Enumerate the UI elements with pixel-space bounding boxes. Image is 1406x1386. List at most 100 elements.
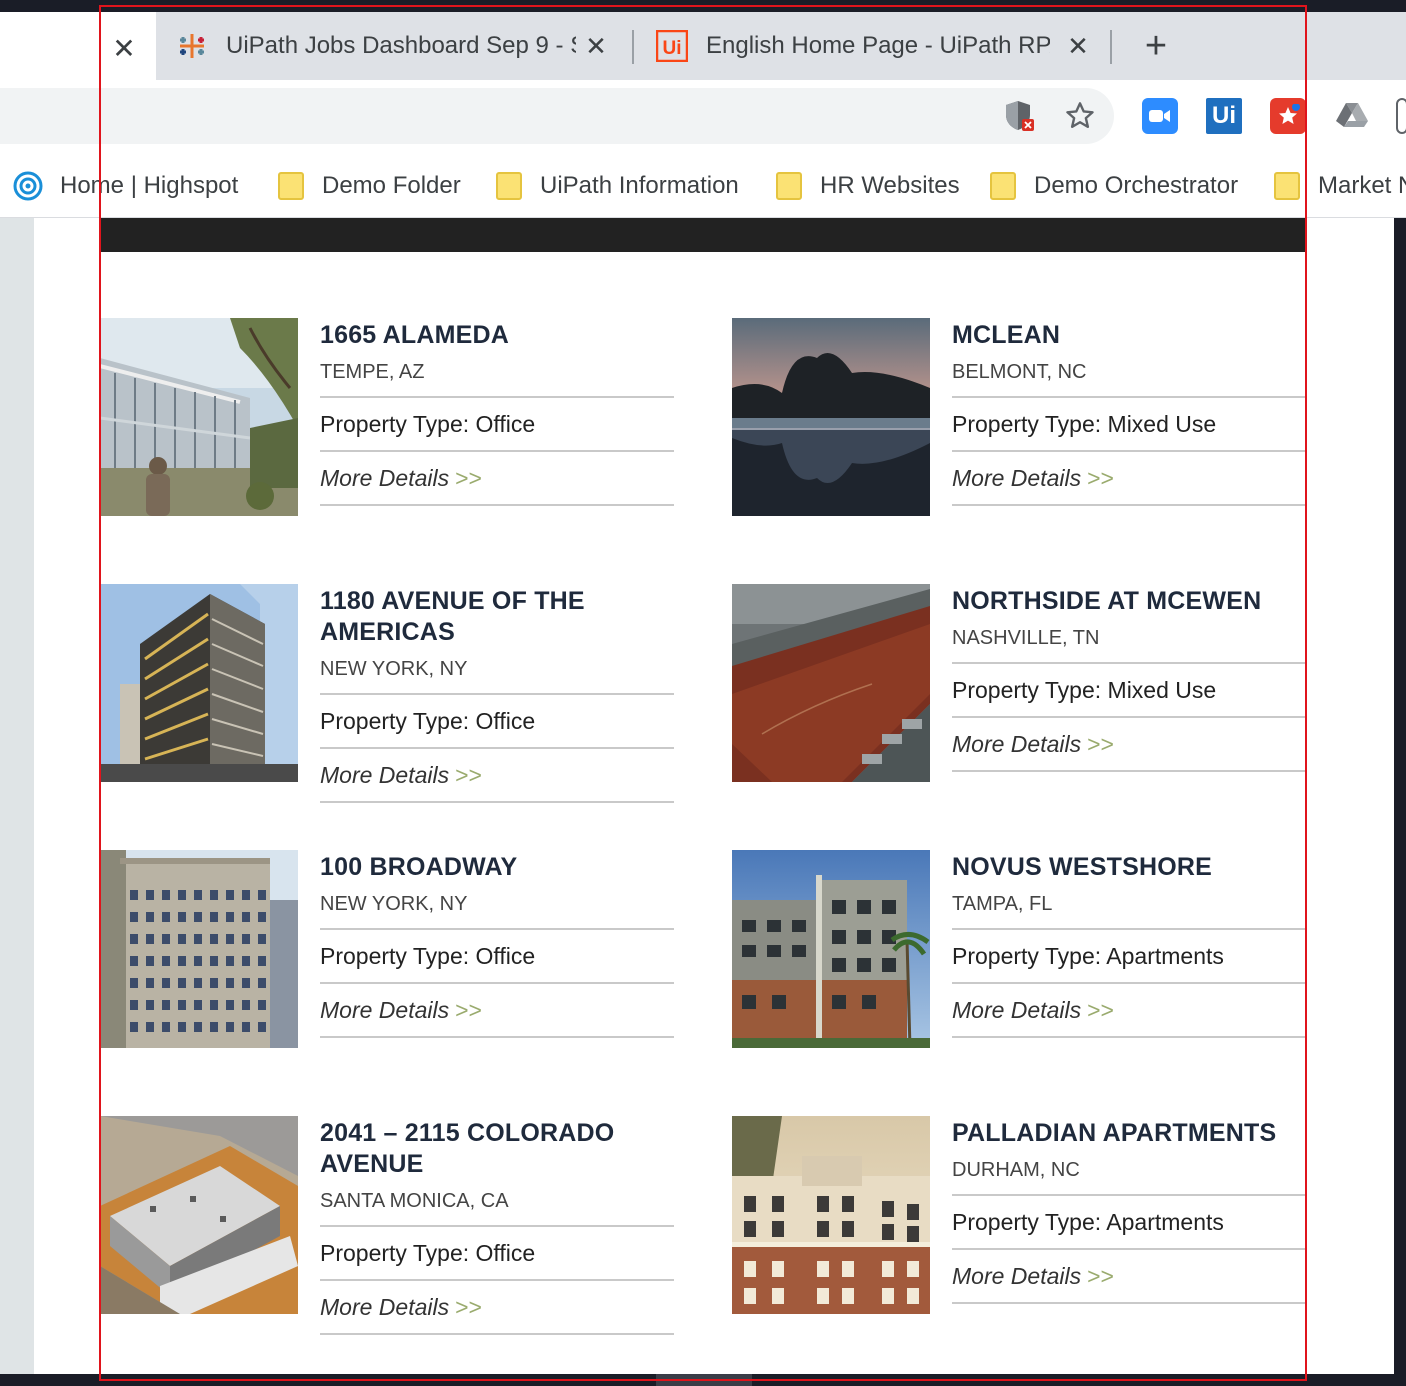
bookmark-label: Demo Orchestrator xyxy=(1034,172,1239,199)
property-name[interactable]: NORTHSIDE AT MCEWEN xyxy=(952,584,1306,617)
property-name[interactable]: 1180 AVENUE OF THE AMERICAS xyxy=(320,584,674,648)
window-edge xyxy=(1394,218,1406,1374)
more-details-link[interactable]: More Details >> xyxy=(952,452,1306,506)
property-location: BELMONT, NC xyxy=(952,361,1306,398)
uipath-icon: Ui xyxy=(656,30,688,62)
more-details-link[interactable]: More Details >> xyxy=(320,984,674,1038)
more-details-arrows: >> xyxy=(1087,1263,1114,1289)
property-location: SANTA MONICA, CA xyxy=(320,1190,674,1227)
more-details-label: More Details xyxy=(320,1294,450,1320)
more-details-arrows: >> xyxy=(455,465,482,491)
more-details-link[interactable]: More Details >> xyxy=(320,749,674,803)
bookmarks-bar: Home | Highspot Demo Folder UiPath Infor… xyxy=(0,154,1406,218)
property-name[interactable]: 100 BROADWAY xyxy=(320,850,674,883)
bookmark-uipath-information[interactable]: UiPath Information xyxy=(496,154,739,218)
tab-uipath-home[interactable]: Ui English Home Page - UiPath RPA ✕ xyxy=(656,12,1112,80)
close-tab-icon[interactable]: ✕ xyxy=(1062,30,1094,62)
close-tab-icon[interactable]: ✕ xyxy=(580,30,612,62)
property-location: TEMPE, AZ xyxy=(320,361,674,398)
address-bar[interactable] xyxy=(0,88,1114,144)
zoom-icon[interactable] xyxy=(1142,98,1178,134)
bookmark-hr-websites[interactable]: HR Websites xyxy=(776,154,960,218)
property-type: Property Type: Mixed Use xyxy=(952,664,1306,718)
bookmark-label: HR Websites xyxy=(820,172,960,199)
property-name[interactable]: 1665 ALAMEDA xyxy=(320,318,674,351)
more-details-arrows: >> xyxy=(1087,731,1114,757)
more-details-label: More Details xyxy=(952,465,1082,491)
property-type: Property Type: Office xyxy=(320,930,674,984)
property-name[interactable]: NOVUS WESTSHORE xyxy=(952,850,1306,883)
property-location: NEW YORK, NY xyxy=(320,658,674,695)
bookmark-label: Demo Folder xyxy=(322,172,461,199)
more-details-link[interactable]: More Details >> xyxy=(952,718,1306,772)
property-photo[interactable] xyxy=(732,850,930,1048)
toolbar: Ui xyxy=(0,80,1406,154)
tab-title: English Home Page - UiPath RPA xyxy=(706,32,1050,59)
close-icon[interactable]: ✕ xyxy=(108,32,140,64)
more-details-label: More Details xyxy=(952,1263,1082,1289)
property-location: TAMPA, FL xyxy=(952,893,1306,930)
tab-separator xyxy=(632,30,634,64)
more-details-link[interactable]: More Details >> xyxy=(952,1250,1306,1304)
property-card: PALLADIAN APARTMENTS DURHAM, NC Property… xyxy=(732,1116,1306,1336)
tab-title: UiPath Jobs Dashboard Sep 9 - Sc xyxy=(226,32,576,59)
property-photo[interactable] xyxy=(100,850,298,1048)
property-card: 1665 ALAMEDA TEMPE, AZ Property Type: Of… xyxy=(100,318,674,538)
bookmark-demo-orchestrator[interactable]: Demo Orchestrator xyxy=(990,154,1238,218)
property-name[interactable]: 2041 – 2115 COLORADO AVENUE xyxy=(320,1116,674,1180)
bookmark-star-ext-icon[interactable] xyxy=(1270,98,1306,134)
property-photo[interactable] xyxy=(732,584,930,782)
shield-blocked-icon[interactable] xyxy=(1002,98,1038,134)
scrollbar-thumb[interactable] xyxy=(656,1374,752,1386)
property-type: Property Type: Apartments xyxy=(952,1196,1306,1250)
folder-icon xyxy=(278,172,304,200)
property-location: NEW YORK, NY xyxy=(320,893,674,930)
property-photo[interactable] xyxy=(100,584,298,782)
more-details-label: More Details xyxy=(320,997,450,1023)
property-type: Property Type: Apartments xyxy=(952,930,1306,984)
property-card: MCLEAN BELMONT, NC Property Type: Mixed … xyxy=(732,318,1306,538)
folder-icon xyxy=(1274,172,1300,200)
property-location: NASHVILLE, TN xyxy=(952,627,1306,664)
more-details-link[interactable]: More Details >> xyxy=(952,984,1306,1038)
bookmark-highspot[interactable]: Home | Highspot xyxy=(12,154,238,218)
bookmark-demo-folder[interactable]: Demo Folder xyxy=(278,154,461,218)
more-details-arrows: >> xyxy=(455,997,482,1023)
more-details-label: More Details xyxy=(952,997,1082,1023)
site-dark-banner xyxy=(100,218,1306,252)
more-details-label: More Details xyxy=(320,762,450,788)
more-details-arrows: >> xyxy=(455,762,482,788)
property-photo[interactable] xyxy=(100,318,298,516)
bookmark-star-icon[interactable] xyxy=(1062,98,1098,134)
bookmark-label: Market N xyxy=(1318,172,1406,199)
extension-partial-icon[interactable] xyxy=(1396,98,1406,134)
uipath-ext-icon[interactable]: Ui xyxy=(1206,98,1242,134)
more-details-link[interactable]: More Details >> xyxy=(320,452,674,506)
property-type: Property Type: Office xyxy=(320,1227,674,1281)
property-name[interactable]: PALLADIAN APARTMENTS xyxy=(952,1116,1306,1149)
more-details-arrows: >> xyxy=(455,1294,482,1320)
tableau-icon xyxy=(176,30,208,62)
property-photo[interactable] xyxy=(100,1116,298,1314)
property-type: Property Type: Mixed Use xyxy=(952,398,1306,452)
tab-separator xyxy=(1110,30,1112,64)
more-details-link[interactable]: More Details >> xyxy=(320,1281,674,1335)
folder-icon xyxy=(776,172,802,200)
more-details-label: More Details xyxy=(952,731,1082,757)
more-details-label: More Details xyxy=(320,465,450,491)
tab-jobs-dashboard[interactable]: UiPath Jobs Dashboard Sep 9 - Sc ✕ xyxy=(176,12,636,80)
bookmark-market[interactable]: Market N xyxy=(1274,154,1406,218)
drive-icon[interactable] xyxy=(1334,98,1370,134)
folder-icon xyxy=(990,172,1016,200)
property-name[interactable]: MCLEAN xyxy=(952,318,1306,351)
folder-icon xyxy=(496,172,522,200)
highspot-icon xyxy=(12,170,44,202)
property-location: DURHAM, NC xyxy=(952,1159,1306,1196)
property-photo[interactable] xyxy=(732,318,930,516)
bookmark-label: UiPath Information xyxy=(540,172,739,199)
property-type: Property Type: Office xyxy=(320,398,674,452)
tab-strip: ✕ UiPath Jobs Dashboard Sep 9 - Sc ✕ Ui … xyxy=(0,12,1406,80)
property-photo[interactable] xyxy=(732,1116,930,1314)
new-tab-button[interactable]: + xyxy=(1138,25,1174,67)
svg-text:Ui: Ui xyxy=(663,38,682,59)
